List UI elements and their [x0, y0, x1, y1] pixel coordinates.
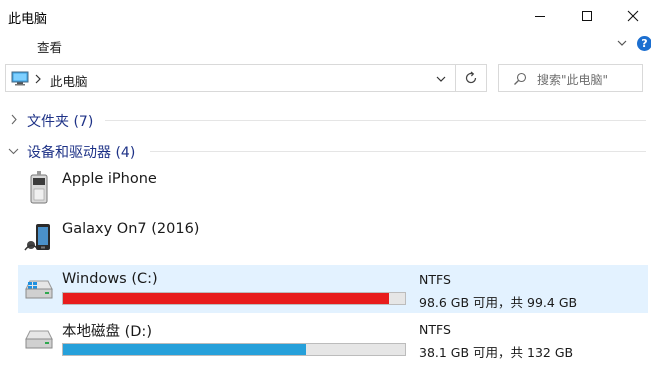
- drive-usage-bar: [62, 343, 406, 356]
- search-input[interactable]: 搜索"此电脑": [498, 64, 643, 92]
- search-icon: [514, 72, 527, 85]
- minimize-icon: [535, 16, 545, 17]
- folders-group-label: 文件夹 (7): [27, 114, 94, 130]
- computer-icon: [11, 71, 29, 86]
- device-item-galaxy-on7[interactable]: Galaxy On7 (2016): [18, 216, 648, 264]
- chevron-down-icon[interactable]: [8, 147, 19, 155]
- device-item-apple-iphone[interactable]: Apple iPhone: [18, 166, 648, 214]
- address-bar[interactable]: 此电脑: [5, 64, 456, 92]
- address-row: 此电脑 搜索"此电脑": [0, 64, 651, 94]
- minimize-button[interactable]: [517, 0, 563, 32]
- refresh-icon: [465, 71, 477, 84]
- drive-name: 本地磁盘 (D:): [62, 324, 152, 340]
- group-divider: [150, 151, 646, 152]
- drive-usage-fill: [63, 293, 389, 304]
- close-button[interactable]: [610, 0, 651, 32]
- drive-free-space: 38.1 GB 可用，共 132 GB: [419, 345, 574, 360]
- search-placeholder: 搜索"此电脑": [537, 73, 609, 87]
- ribbon: 查看 ?: [0, 32, 651, 58]
- drive-usage-fill: [63, 344, 307, 355]
- drive-item-windows-c[interactable]: Windows (C:) NTFS 98.6 GB 可用，共 99.4 GB: [18, 265, 648, 313]
- group-divider: [105, 120, 646, 121]
- chevron-down-icon[interactable]: [617, 38, 627, 48]
- chevron-right-icon[interactable]: [10, 114, 18, 125]
- refresh-button[interactable]: [455, 64, 487, 92]
- device-name: Apple iPhone: [62, 171, 157, 187]
- drive-name: Windows (C:): [62, 271, 158, 287]
- maximize-icon: [582, 11, 592, 21]
- drive-item-local-disk-d[interactable]: 本地磁盘 (D:) NTFS 38.1 GB 可用，共 132 GB: [18, 315, 648, 363]
- maximize-button[interactable]: [564, 0, 610, 32]
- apple-iphone-device-icon: [30, 171, 48, 204]
- breadcrumb-separator-icon[interactable]: [34, 74, 42, 84]
- drive-filesystem: NTFS: [419, 272, 451, 287]
- devices-group-header[interactable]: 设备和驱动器 (4): [0, 139, 651, 163]
- help-icon[interactable]: ?: [637, 36, 651, 51]
- drive-filesystem: NTFS: [419, 322, 451, 337]
- android-phone-device-icon: [24, 224, 50, 251]
- hard-drive-icon: [25, 330, 53, 349]
- breadcrumb-location[interactable]: 此电脑: [50, 71, 88, 90]
- tab-view[interactable]: 查看: [37, 37, 62, 56]
- close-icon: [627, 10, 639, 22]
- device-name: Galaxy On7 (2016): [62, 221, 200, 237]
- devices-group-label: 设备和驱动器 (4): [27, 145, 136, 161]
- windows-drive-icon: [25, 280, 53, 299]
- drive-usage-bar: [62, 292, 406, 305]
- window-title: 此电脑: [8, 12, 48, 27]
- chevron-down-icon[interactable]: [436, 74, 446, 84]
- drive-free-space: 98.6 GB 可用，共 99.4 GB: [419, 295, 578, 310]
- title-bar: 此电脑: [0, 0, 651, 32]
- folders-group-header[interactable]: 文件夹 (7): [0, 108, 651, 132]
